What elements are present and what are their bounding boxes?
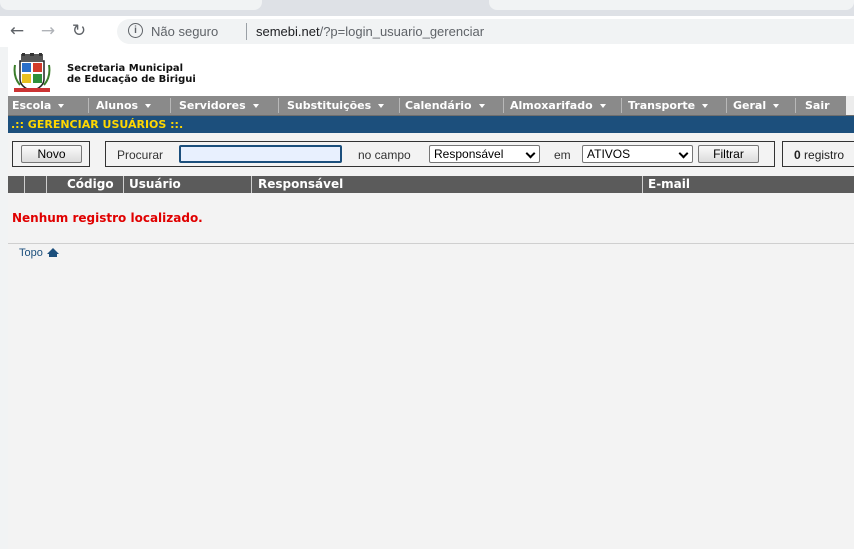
caret-down-icon: [145, 104, 152, 108]
status-select[interactable]: ATIVOS: [582, 145, 693, 163]
caret-down-icon: [773, 104, 780, 108]
top-link-label: Topo: [19, 247, 43, 259]
status-select-value: ATIVOS: [587, 147, 631, 161]
back-arrow-icon[interactable]: ←: [6, 20, 28, 42]
table-header: Código Usuário Responsável E-mail: [8, 176, 854, 193]
menu-label: Substituições: [287, 99, 372, 112]
menu-divider: [278, 98, 279, 113]
org-line-1: Secretaria Municipal: [67, 63, 184, 74]
new-record-box: Novo: [12, 141, 90, 167]
new-button[interactable]: Novo: [21, 145, 82, 163]
menu-divider: [726, 98, 727, 113]
top-link[interactable]: Topo: [19, 247, 59, 259]
column-divider: [642, 176, 643, 193]
menu-end-cap: [846, 96, 854, 115]
site-header: Secretaria Municipal de Educação de Biri…: [8, 47, 854, 96]
record-count-label: registro: [804, 148, 845, 162]
menu-item-sair[interactable]: Sair: [805, 96, 830, 115]
column-divider: [46, 176, 47, 193]
column-header-responsavel[interactable]: Responsável: [258, 176, 343, 193]
menu-label: Sair: [805, 99, 830, 112]
record-count: 0 registro: [794, 148, 844, 162]
field-label: no campo: [358, 148, 411, 162]
browser-tab[interactable]: [489, 0, 854, 10]
caret-down-icon: [58, 104, 65, 108]
column-divider: [123, 176, 124, 193]
menu-item-geral[interactable]: Geral: [733, 96, 780, 115]
menu-item-servidores[interactable]: Servidores: [179, 96, 259, 115]
menu-divider: [621, 98, 622, 113]
org-line-2: de Educação de Birigui: [67, 74, 196, 85]
field-select[interactable]: Responsável: [429, 145, 540, 163]
menu-divider: [399, 98, 400, 113]
empty-message: Nenhum registro localizado.: [12, 211, 203, 225]
column-divider: [251, 176, 252, 193]
column-header-email[interactable]: E-mail: [648, 176, 690, 193]
caret-down-icon: [478, 104, 485, 108]
menu-item-transporte[interactable]: Transporte: [628, 96, 709, 115]
filter-bar: Novo Procurar no campo Responsável em AT…: [8, 133, 854, 179]
record-count-value: 0: [794, 148, 801, 162]
status-label: em: [554, 148, 571, 162]
menu-divider: [795, 98, 796, 113]
address-bar[interactable]: i Não seguro semebi.net/?p=login_usuario…: [117, 19, 854, 44]
menu-divider: [88, 98, 89, 113]
home-icon: [46, 248, 59, 257]
page-title: .:: GERENCIAR USUÁRIOS ::.: [8, 116, 854, 133]
menu-item-almoxarifado[interactable]: Almoxarifado: [510, 96, 606, 115]
menu-label: Alunos: [96, 99, 139, 112]
menu-label: Servidores: [179, 99, 246, 112]
menu-label: Transporte: [628, 99, 696, 112]
caret-down-icon: [378, 104, 385, 108]
security-label: Não seguro: [151, 24, 219, 39]
search-label: Procurar: [117, 148, 164, 162]
browser-toolbar: ← → ↻ i Não seguro semebi.net/?p=login_u…: [0, 16, 854, 47]
caret-down-icon: [252, 104, 259, 108]
column-header-usuario[interactable]: Usuário: [129, 176, 181, 193]
menu-item-calendario[interactable]: Calendário: [405, 96, 485, 115]
menu-item-alunos[interactable]: Alunos: [96, 96, 152, 115]
info-icon[interactable]: i: [128, 23, 143, 38]
menu-label: Geral: [733, 99, 767, 112]
organization-name: Secretaria Municipal de Educação de Biri…: [67, 63, 196, 85]
url-path: /?p=login_usuario_gerenciar: [319, 24, 485, 39]
filter-button[interactable]: Filtrar: [698, 145, 759, 163]
results-area: Nenhum registro localizado.: [8, 193, 854, 244]
url-host: semebi.net: [256, 24, 320, 39]
browser-tabstrip: [0, 0, 854, 16]
caret-down-icon: [702, 104, 709, 108]
chevron-down-icon: [678, 148, 689, 159]
field-select-value: Responsável: [434, 147, 504, 161]
main-menu: Escola Alunos Servidores Substituições C…: [8, 96, 854, 116]
page-content: Secretaria Municipal de Educação de Biri…: [8, 47, 854, 549]
search-box: Procurar no campo Responsável em ATIVOS …: [105, 141, 775, 167]
menu-label: Calendário: [405, 99, 472, 112]
reload-icon[interactable]: ↻: [68, 20, 90, 42]
municipal-coat-of-arms-icon: [13, 53, 51, 92]
forward-arrow-icon[interactable]: →: [37, 20, 59, 42]
menu-label: Escola: [12, 99, 52, 112]
column-header-codigo[interactable]: Código: [67, 176, 114, 193]
menu-divider: [503, 98, 504, 113]
column-divider: [24, 176, 25, 193]
menu-item-escola[interactable]: Escola: [12, 96, 65, 115]
menu-item-substituicoes[interactable]: Substituições: [287, 96, 385, 115]
menu-label: Almoxarifado: [510, 99, 593, 112]
address-separator: [246, 23, 247, 40]
chevron-down-icon: [525, 148, 536, 159]
caret-down-icon: [599, 104, 606, 108]
browser-tab[interactable]: [0, 0, 262, 10]
search-input[interactable]: [179, 145, 342, 163]
menu-divider: [170, 98, 171, 113]
url-text[interactable]: semebi.net/?p=login_usuario_gerenciar: [256, 24, 484, 39]
record-count-box: 0 registro: [782, 141, 854, 167]
